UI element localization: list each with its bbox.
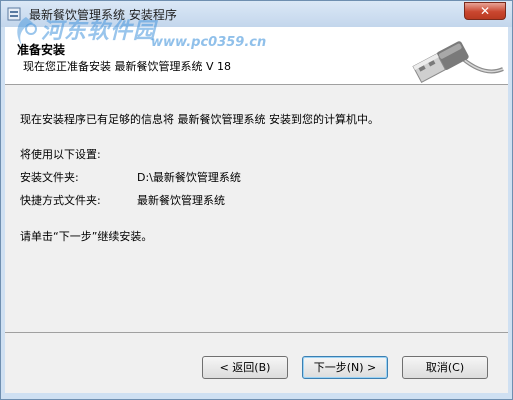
page-subtitle: 现在您正准备安装 最新餐饮管理系统 V 18 [23, 60, 232, 73]
watermark-logo-icon [17, 17, 37, 47]
intro-text: 现在安装程序已有足够的信息将 最新餐饮管理系统 安装到您的计算机中。 [20, 113, 379, 126]
install-folder-label: 安装文件夹: [20, 171, 79, 184]
body-panel: 现在安装程序已有足够的信息将 最新餐饮管理系统 安装到您的计算机中。 将使用以下… [5, 85, 508, 333]
watermark-url: www.pc0359.cn [151, 35, 267, 50]
installer-window: 最新餐饮管理系统 安装程序 ✕ 准备安装 现在您正准备安装 最新餐饮管理系统 V… [0, 0, 513, 400]
shortcut-folder-label: 快捷方式文件夹: [20, 194, 101, 207]
cancel-button[interactable]: 取消(C) [402, 356, 488, 379]
dialog-content: 准备安装 现在您正准备安装 最新餐饮管理系统 V 18 现在安装程序已有足够的信… [5, 27, 508, 393]
usb-plug-icon [412, 41, 504, 83]
back-button[interactable]: < 返回(B) [202, 356, 288, 379]
shortcut-folder-value: 最新餐饮管理系统 [137, 194, 225, 207]
next-button[interactable]: 下一步(N) > [302, 356, 388, 379]
settings-heading: 将使用以下设置: [20, 148, 101, 161]
watermark-text: 河东软件园 [41, 19, 157, 44]
close-button[interactable]: ✕ [464, 2, 506, 20]
install-folder-value: D:\最新餐饮管理系统 [137, 171, 241, 184]
instruction-text: 请单击“下一步”继续安装。 [20, 230, 153, 243]
button-bar: < 返回(B) 下一步(N) > 取消(C) [5, 333, 508, 393]
